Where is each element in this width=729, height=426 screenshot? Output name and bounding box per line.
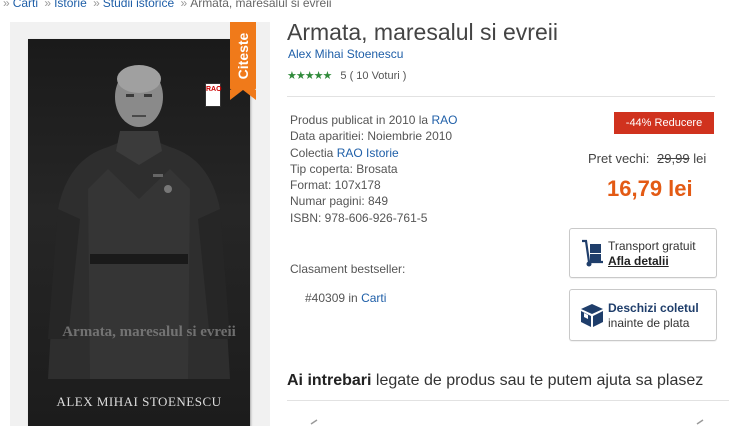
open-package-title: Deschizi coletul: [608, 301, 699, 315]
free-shipping-box[interactable]: Transport gratuit Afla detalii: [569, 228, 717, 278]
author-link[interactable]: Alex Mihai Stoenescu: [288, 47, 403, 61]
breadcrumb: » Carti » Istorie » Studii istorice » Armata…: [0, 0, 332, 10]
open-package-subtitle: inainte de plata: [608, 316, 690, 330]
bestseller-category-link[interactable]: Carti: [361, 291, 386, 305]
current-price: 16,79 lei: [607, 176, 693, 201]
bestseller-rank: #40309 in Carti: [305, 291, 386, 305]
collection-link[interactable]: RAO Istorie: [337, 146, 399, 160]
isbn: ISBN: 978-606-926-761-5: [290, 210, 428, 225]
bottom-arrow-icons: [310, 419, 704, 425]
publisher-logo: RAO: [205, 83, 222, 107]
product-title: Armata, maresalul si evreii: [287, 19, 558, 45]
publisher-link[interactable]: RAO: [431, 113, 457, 127]
cover-author-text: ALEX MIHAI STOENESCU: [56, 394, 222, 409]
hand-truck-icon: [582, 239, 603, 267]
breadcrumb-item-current: Armata, maresalul si evreii: [190, 0, 332, 10]
breadcrumb-separator: »: [3, 0, 10, 10]
rating-votes: ( 10 Voturi ): [349, 70, 407, 82]
format: Format: 107x178: [290, 178, 381, 193]
questions-rest: legate de produs sau te putem ajuta sa p…: [371, 372, 704, 389]
old-price: Pret vechi: 29,99 lei: [588, 151, 706, 166]
old-price-value: 29,99: [657, 151, 690, 166]
breadcrumb-item-studii-istorice[interactable]: Studii istorice: [103, 0, 174, 10]
rating-stars-icon: ★★★★★: [287, 70, 332, 82]
breadcrumb-separator: »: [44, 0, 52, 10]
published-label: Produs publicat in 2010 la: [290, 113, 432, 127]
questions-bold: Ai intrebari: [287, 372, 372, 389]
rating-value: 5: [340, 70, 347, 82]
page-count: Numar pagini: 849: [290, 194, 389, 209]
cover-type: Tip coperta: Brosata: [290, 161, 398, 176]
product-details: Produs publicat in 2010 la RAO Data apar…: [290, 112, 457, 226]
book-cover-image[interactable]: RAO Armata, maresalul si evreii ALEX MIH…: [28, 39, 250, 426]
questions-heading: Ai intrebari legate de produs sau te put…: [287, 372, 703, 390]
bottom-divider: [287, 400, 729, 401]
open-package-box[interactable]: Deschizi coletul inainte de plata: [569, 289, 717, 341]
collection-label: Colectia: [290, 145, 337, 160]
rating[interactable]: ★★★★★ 5 ( 10 Voturi ): [287, 69, 406, 82]
read-ribbon-button[interactable]: Citeste: [230, 22, 256, 100]
bestseller-rank-value: #40309 in: [305, 291, 362, 305]
read-ribbon-label: Citeste: [235, 32, 251, 80]
shipping-details-link[interactable]: Afla detalii: [608, 254, 669, 268]
open-box-icon: [581, 304, 603, 327]
breadcrumb-separator: »: [180, 0, 188, 10]
free-shipping-label: Transport gratuit: [608, 239, 696, 253]
published-row: Produs publicat in 2010 la RAO: [290, 112, 457, 128]
breadcrumb-item-istorie[interactable]: Istorie: [54, 0, 87, 10]
cover-title-text: Armata, maresalul si evreii: [62, 324, 236, 340]
old-price-currency: lei: [693, 151, 707, 166]
collection-row: Colectia RAO Istorie: [290, 145, 457, 161]
release-date: Data aparitiei: Noiembrie 2010: [290, 129, 453, 144]
bestseller-label: Clasament bestseller:: [290, 262, 406, 276]
breadcrumb-item-carti[interactable]: Carti: [13, 0, 38, 10]
discount-badge: -44% Reducere: [614, 112, 714, 134]
divider: [287, 96, 715, 97]
breadcrumb-separator: »: [93, 0, 100, 10]
old-price-label: Pret vechi:: [588, 151, 650, 166]
